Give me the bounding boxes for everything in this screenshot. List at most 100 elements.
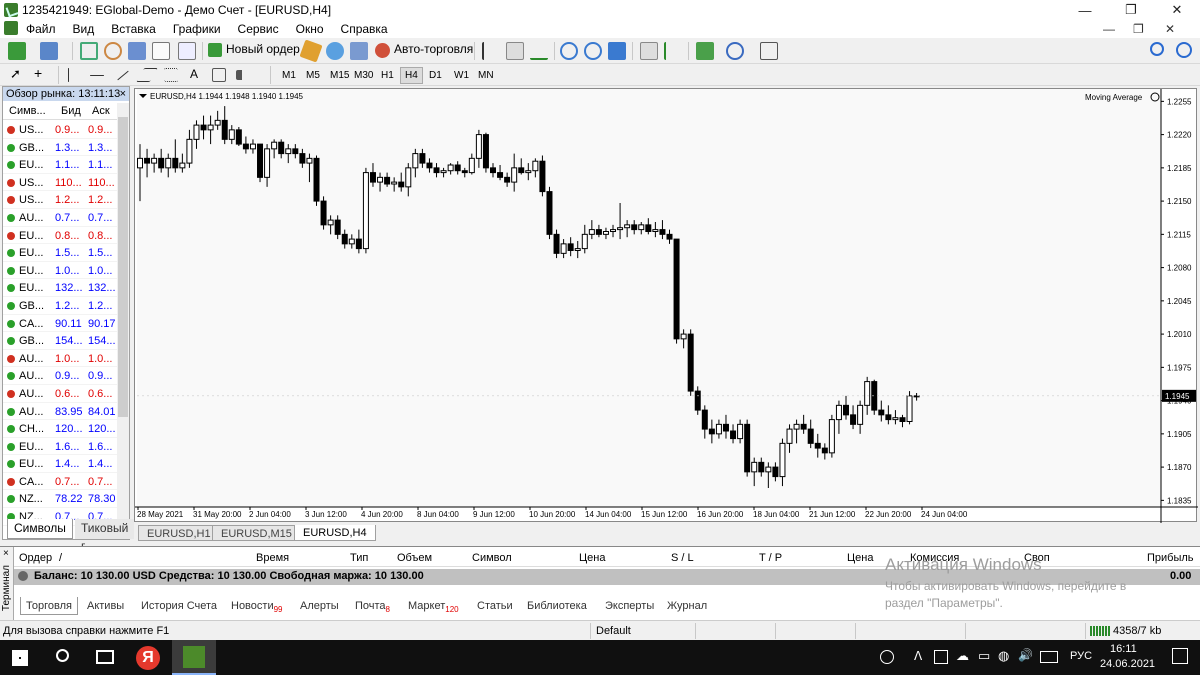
autotrading-button[interactable]: Авто-торговля [394, 42, 473, 56]
menu-item-4[interactable]: Сервис [238, 22, 288, 36]
market-watch-row[interactable]: EU... 1.6... 1.6... [3, 438, 117, 456]
terminal-tab[interactable]: Активы [82, 597, 129, 615]
vps-icon[interactable] [350, 42, 368, 60]
column-bid[interactable]: Бид [61, 105, 81, 117]
terminal-tab[interactable]: Статьи [472, 597, 518, 615]
maximize-button[interactable]: ❐ [1108, 0, 1154, 20]
terminal-tab[interactable]: Новости99 [226, 597, 288, 615]
menu-item-0[interactable]: Файл [26, 22, 65, 36]
navigator-icon[interactable] [128, 42, 146, 60]
market-watch-row[interactable]: NZ... 78.22 78.30 [3, 490, 117, 509]
timeframe-m30-button[interactable]: M30 [350, 68, 377, 83]
market-watch-row[interactable]: AU... 1.0... 1.0... [3, 350, 117, 368]
indicators-icon[interactable] [696, 42, 714, 60]
menu-item-2[interactable]: Вставка [111, 22, 165, 36]
market-watch-row[interactable]: EU... 1.4... 1.4... [3, 455, 117, 473]
market-watch-row[interactable]: EU... 0.8... 0.8... [3, 227, 117, 245]
orders-column-header[interactable]: Объем [397, 552, 432, 564]
volume-icon[interactable]: 🔊 [1018, 648, 1033, 662]
timeframe-d1-button[interactable]: D1 [425, 68, 446, 83]
market-watch-scrollbar[interactable] [117, 103, 129, 521]
orders-column-header[interactable]: Цена [847, 552, 873, 564]
timeframe-m5-button[interactable]: M5 [302, 68, 324, 83]
market-watch-icon[interactable] [80, 42, 98, 60]
terminal-tab[interactable]: Алерты [295, 597, 344, 615]
menu-item-6[interactable]: Справка [341, 22, 397, 36]
chart-tab[interactable]: EURUSD,H1 [138, 525, 220, 541]
crosshair-icon[interactable]: + [34, 65, 42, 81]
orders-column-header[interactable]: Прибыль [1147, 552, 1194, 564]
data-window-icon[interactable] [104, 42, 122, 60]
chart-tab[interactable]: EURUSD,M15 [212, 525, 301, 541]
tab-symbols[interactable]: Символы [7, 519, 73, 539]
column-ask[interactable]: Аск [92, 105, 110, 117]
language-indicator[interactable]: РУС [1070, 650, 1092, 662]
market-watch-row[interactable]: EU... 1.1... 1.1... [3, 156, 117, 174]
mdi-minimize-button[interactable]: — [1103, 22, 1115, 36]
orders-column-header[interactable]: Время [256, 552, 289, 564]
clock-time[interactable]: 16:11 [1110, 643, 1137, 655]
network-icon[interactable]: ◍ [998, 648, 1009, 664]
market-watch-row[interactable]: CA... 0.7... 0.7... [3, 473, 117, 491]
profiles-icon[interactable] [40, 42, 58, 60]
tray-chevron-icon[interactable]: ᐱ [914, 649, 922, 663]
autotrading-icon[interactable] [375, 43, 390, 58]
menu-item-3[interactable]: Графики [173, 22, 230, 36]
zoom-out-icon[interactable] [584, 42, 602, 60]
text-label-icon[interactable] [212, 68, 226, 82]
new-order-button[interactable]: Новый ордер [226, 42, 300, 56]
orders-column-header[interactable]: Тип [350, 552, 368, 564]
market-watch-row[interactable]: GB... 1.3... 1.3... [3, 139, 117, 157]
tab-ticks[interactable]: Тиковый г [75, 519, 135, 553]
price-chart[interactable]: 1.2255 1.2220 1.2185 1.2150 1.2115 1.2080 1.20… [134, 88, 1198, 523]
windows-start-icon[interactable] [12, 650, 28, 666]
metatrader-taskbar-button[interactable] [172, 640, 216, 675]
market-watch-row[interactable]: US... 0.9... 0.9... [3, 121, 117, 139]
new-order-icon[interactable] [208, 43, 222, 57]
search-taskbar-icon[interactable] [56, 649, 69, 662]
market-watch-row[interactable]: AU... 83.95 84.01 [3, 403, 117, 421]
market-watch-row[interactable]: GB... 1.2... 1.2... [3, 297, 117, 315]
orders-column-header[interactable]: Символ [472, 552, 512, 564]
notifications-icon[interactable] [1172, 648, 1188, 664]
market-watch-row[interactable]: GB... 154... 154... [3, 332, 117, 350]
zoom-in-icon[interactable] [560, 42, 578, 60]
battery-icon[interactable]: ▭ [978, 648, 990, 664]
terminal-tab[interactable]: История Счета [136, 597, 222, 615]
periods-icon[interactable] [726, 42, 744, 60]
keyboard-icon[interactable] [1040, 651, 1058, 663]
column-symbol[interactable]: Симв... [9, 105, 46, 117]
alert-tray-icon[interactable] [934, 650, 948, 664]
timeframe-m1-button[interactable]: M1 [278, 68, 300, 83]
orders-column-header[interactable]: / [59, 552, 62, 564]
market-watch-row[interactable]: AU... 0.7... 0.7... [3, 209, 117, 227]
people-icon[interactable] [880, 650, 894, 664]
community-icon[interactable] [1176, 42, 1192, 58]
market-watch-row[interactable]: EU... 1.0... 1.0... [3, 262, 117, 280]
menu-item-1[interactable]: Вид [73, 22, 104, 36]
terminal-tab[interactable]: Маркет120 [403, 597, 464, 615]
market-watch-close-icon[interactable]: × [120, 87, 126, 101]
strategy-tester-icon[interactable] [178, 42, 196, 60]
market-watch-row[interactable]: US... 1.2... 1.2... [3, 191, 117, 209]
mdi-close-button[interactable]: ✕ [1165, 22, 1175, 36]
chart-tab[interactable]: EURUSD,H4 [294, 525, 376, 541]
timeframe-h4-button[interactable]: H4 [400, 67, 423, 84]
onedrive-icon[interactable]: ☁ [956, 648, 969, 664]
new-chart-icon[interactable] [8, 42, 26, 60]
terminal-tab[interactable]: Почта8 [350, 597, 395, 615]
market-watch-row[interactable]: CA... 90.11 90.17 [3, 315, 117, 333]
signals-icon[interactable] [326, 42, 344, 60]
connection-bars-icon[interactable] [1090, 626, 1110, 636]
menu-item-5[interactable]: Окно [296, 22, 333, 36]
market-watch-row[interactable]: CH... 120... 120... [3, 420, 117, 438]
terminal-tab[interactable]: Журнал [662, 597, 712, 615]
cursor-icon[interactable]: ➚ [10, 66, 21, 82]
terminal-tab[interactable]: Библиотека [522, 597, 592, 615]
yandex-browser-icon[interactable]: Я [136, 646, 160, 670]
terminal-tab[interactable]: Торговля [20, 597, 78, 615]
timeframe-h1-button[interactable]: H1 [377, 68, 398, 83]
horizontal-line-icon[interactable] [90, 75, 104, 76]
mdi-restore-button[interactable]: ❐ [1133, 22, 1144, 36]
line-chart-icon[interactable] [530, 42, 548, 60]
